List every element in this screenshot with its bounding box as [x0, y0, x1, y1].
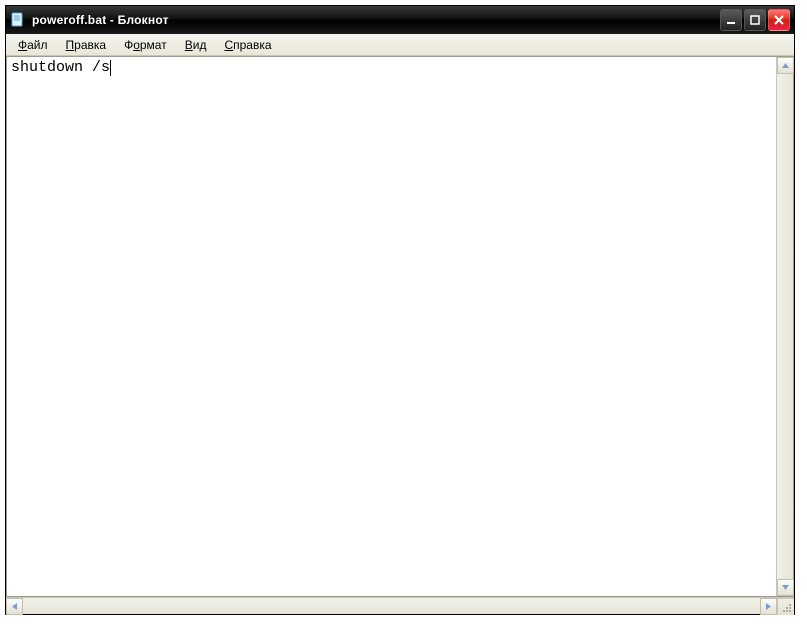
scroll-left-button[interactable] — [6, 598, 23, 615]
chevron-down-icon — [782, 585, 789, 590]
maximize-button[interactable] — [744, 9, 766, 31]
close-button[interactable] — [768, 9, 790, 31]
minimize-icon — [726, 15, 736, 25]
notepad-window: poweroff.bat - Блокнот Файл Правка — [5, 5, 795, 615]
menu-file[interactable]: Файл — [10, 36, 56, 54]
editor-content: shutdown /s — [11, 59, 110, 76]
menubar: Файл Правка Формат Вид Справка — [6, 34, 794, 56]
horizontal-scrollbar[interactable] — [6, 597, 794, 614]
chevron-left-icon — [12, 603, 17, 610]
window-controls — [720, 9, 790, 31]
menu-format[interactable]: Формат — [116, 36, 175, 54]
app-icon — [10, 12, 26, 28]
grip-icon — [782, 603, 792, 613]
vertical-scrollbar[interactable] — [776, 57, 793, 596]
menu-edit[interactable]: Правка — [58, 36, 115, 54]
menu-view[interactable]: Вид — [177, 36, 215, 54]
menu-help[interactable]: Справка — [216, 36, 279, 54]
horizontal-scroll-track[interactable] — [23, 598, 760, 614]
text-editor[interactable]: shutdown /s — [7, 57, 776, 596]
minimize-button[interactable] — [720, 9, 742, 31]
scroll-right-button[interactable] — [760, 598, 777, 615]
window-title: poweroff.bat - Блокнот — [32, 13, 720, 27]
titlebar[interactable]: poweroff.bat - Блокнот — [6, 6, 794, 34]
editor-area: shutdown /s — [6, 56, 794, 597]
chevron-right-icon — [766, 603, 771, 610]
vertical-scroll-track[interactable] — [777, 74, 793, 579]
scroll-up-button[interactable] — [777, 57, 794, 74]
close-icon — [774, 15, 784, 25]
scroll-down-button[interactable] — [777, 579, 794, 596]
resize-grip[interactable] — [777, 598, 794, 615]
text-caret — [110, 60, 111, 76]
maximize-icon — [750, 15, 760, 25]
chevron-up-icon — [782, 63, 789, 68]
